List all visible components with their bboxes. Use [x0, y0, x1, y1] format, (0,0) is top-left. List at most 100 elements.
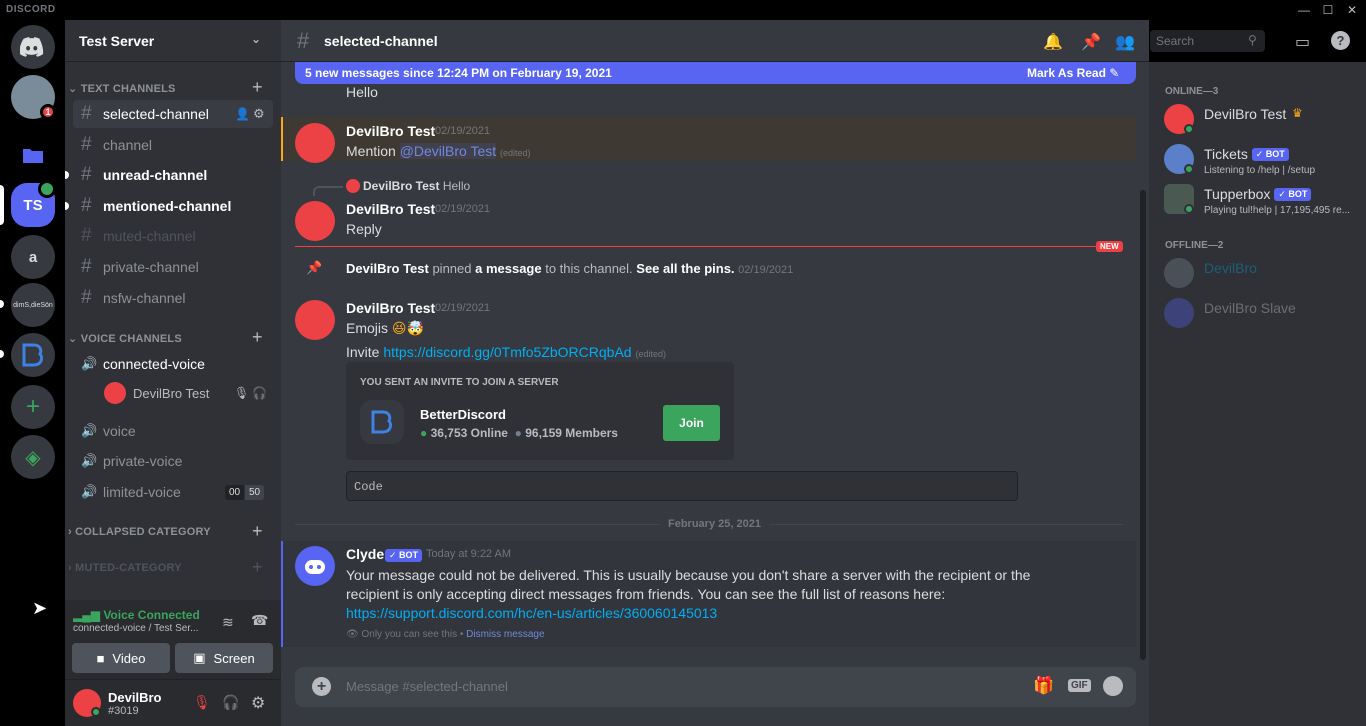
test-server-guild[interactable]: TS: [11, 180, 56, 227]
bell-icon[interactable]: 🔔: [1043, 32, 1063, 52]
add-channel-icon[interactable]: +: [252, 77, 263, 98]
deafen-icon[interactable]: 🎧: [222, 694, 239, 711]
add-server-icon[interactable]: +: [11, 385, 55, 429]
message-invite-text: Invite https://discord.gg/0Tmfo5ZbORCRqb…: [346, 344, 666, 360]
members-dot-icon: ●: [514, 426, 522, 440]
noise-suppression-icon[interactable]: ≋: [222, 614, 234, 631]
message-composer[interactable]: + Message #selected-channel 🎁 GIF: [295, 667, 1136, 707]
pin-icon: 📌: [306, 260, 323, 275]
dismiss-message-link[interactable]: Dismiss message: [466, 629, 544, 640]
folder-icon[interactable]: [11, 133, 55, 177]
channel-unread[interactable]: # unread-channel: [73, 161, 273, 189]
scrollbar[interactable]: [1140, 190, 1146, 660]
user-mention[interactable]: @DevilBro Test: [399, 143, 497, 159]
channel-private[interactable]: # private-channel: [73, 253, 273, 281]
reply-preview[interactable]: DevilBro Test Hello: [363, 179, 470, 193]
mark-as-read-button[interactable]: Mark As Read ✎: [1027, 66, 1119, 80]
channel-muted[interactable]: # muted-channel: [73, 222, 273, 250]
deafened-icon: 🎧: [252, 386, 267, 400]
betterdiscord-icon: [360, 400, 404, 444]
category-voice-channels[interactable]: ⌄ VOICE CHANNELS +: [68, 327, 263, 347]
invite-icon[interactable]: 👤: [235, 107, 250, 121]
gif-button[interactable]: GIF: [1068, 679, 1091, 692]
search-icon: ⚲: [1248, 33, 1257, 47]
user-panel: DevilBro #3019 🎙 🎧 ⚙: [65, 680, 281, 726]
mute-icon[interactable]: 🎙: [193, 694, 211, 711]
avatar[interactable]: [295, 201, 335, 241]
voice-limited[interactable]: 🔊 limited-voice 00 50: [73, 478, 273, 506]
add-channel-icon[interactable]: +: [252, 521, 263, 542]
date-divider: February 25, 2021: [660, 518, 769, 530]
guild-dims[interactable]: dimS,dieSön: [11, 283, 55, 327]
member-item[interactable]: Tickets ✓ BOT Listening to /help | /setu…: [1164, 140, 1354, 180]
member-item[interactable]: DevilBro Slave: [1164, 294, 1354, 334]
member-item[interactable]: DevilBro Test ♛: [1164, 100, 1354, 140]
see-all-pins-link[interactable]: See all the pins.: [636, 261, 734, 276]
voice-connected[interactable]: 🔊 connected-voice: [73, 350, 273, 378]
support-link[interactable]: https://support.discord.com/hc/en-us/art…: [346, 605, 717, 621]
message-author[interactable]: DevilBro Test: [346, 201, 435, 217]
new-badge: NEW: [1096, 241, 1123, 252]
gear-icon[interactable]: ⚙: [253, 106, 265, 122]
clyde-avatar[interactable]: [295, 546, 335, 586]
video-button[interactable]: ■ Video: [72, 643, 170, 673]
screen-share-icon: ▣: [193, 650, 206, 665]
server-header[interactable]: Test Server ⌄: [65, 20, 281, 62]
hash-icon: #: [81, 225, 92, 246]
voice-channel[interactable]: 🔊 voice: [73, 417, 273, 445]
invite-link[interactable]: https://discord.gg/0Tmfo5ZbORCRqbAd: [383, 344, 631, 360]
explore-icon[interactable]: ◈: [11, 435, 55, 479]
category-text-channels[interactable]: ⌄ TEXT CHANNELS +: [68, 77, 263, 97]
message-input[interactable]: Message #selected-channel: [346, 679, 508, 694]
betterdiscord-guild[interactable]: [11, 333, 55, 377]
channel-nsfw[interactable]: # nsfw-channel: [73, 284, 273, 312]
close-icon[interactable]: ✕: [1344, 2, 1360, 18]
voice-user-name[interactable]: DevilBro Test: [133, 386, 209, 401]
hash-icon: #: [81, 164, 92, 185]
crown-icon: ♛: [1292, 106, 1303, 120]
maximize-icon[interactable]: ☐: [1320, 2, 1336, 18]
nsfw-hash-icon: #: [81, 287, 92, 308]
new-messages-banner[interactable]: 5 new messages since 12:24 PM on Februar…: [295, 62, 1136, 84]
avatar[interactable]: [295, 300, 335, 340]
message-content: Reply: [346, 221, 382, 237]
minimize-icon[interactable]: —: [1296, 2, 1312, 18]
message-author[interactable]: Clyde: [346, 546, 384, 562]
disconnect-icon[interactable]: ☎: [251, 612, 268, 629]
member-item[interactable]: Tupperbox ✓ BOT Playing tul!help | 17,19…: [1164, 180, 1354, 220]
inbox-icon[interactable]: ▭: [1295, 32, 1310, 52]
channel-mentioned[interactable]: # mentioned-channel: [73, 192, 273, 220]
gift-icon[interactable]: 🎁: [1033, 676, 1054, 696]
emoji-picker-icon[interactable]: [1103, 676, 1123, 696]
avatar[interactable]: [295, 123, 335, 163]
add-channel-icon[interactable]: +: [252, 557, 263, 578]
home-button[interactable]: [11, 25, 55, 69]
message-author[interactable]: DevilBro Test: [346, 123, 435, 139]
category-collapsed[interactable]: › COLLAPSED CATEGORY +: [68, 521, 263, 541]
invite-server-name[interactable]: BetterDiscord: [420, 407, 506, 422]
app-logo: DISCORD: [6, 4, 56, 15]
join-button[interactable]: Join: [663, 405, 720, 441]
guild-a[interactable]: a: [11, 235, 55, 279]
category-muted[interactable]: › MUTED-CATEGORY +: [68, 557, 263, 577]
invite-heading: YOU SENT AN INVITE TO JOIN A SERVER: [360, 377, 559, 388]
pin-icon[interactable]: 📌: [1081, 32, 1101, 52]
offline-header: OFFLINE—2: [1165, 240, 1224, 251]
members-icon[interactable]: 👥: [1115, 32, 1135, 52]
settings-gear-icon[interactable]: ⚙: [251, 693, 265, 713]
add-channel-icon[interactable]: +: [252, 327, 263, 348]
voice-status[interactable]: ▂▄▆ Voice Connected: [73, 608, 200, 622]
screen-button[interactable]: ▣ Screen: [175, 643, 273, 673]
voice-private[interactable]: 🔊 private-voice: [73, 447, 273, 475]
help-icon[interactable]: ?: [1331, 31, 1350, 50]
message-author[interactable]: DevilBro Test: [346, 300, 435, 316]
username[interactable]: DevilBro: [108, 690, 161, 705]
channel-selected[interactable]: # selected-channel 👤 ⚙: [73, 100, 273, 128]
voice-location[interactable]: connected-voice / Test Ser...: [73, 623, 198, 634]
search-input[interactable]: Search ⚲: [1150, 30, 1265, 52]
dm-avatar[interactable]: 1: [11, 75, 56, 120]
upload-plus-icon[interactable]: +: [312, 677, 331, 696]
channel-channel[interactable]: # channel: [73, 131, 273, 159]
speaker-icon: 🔊: [81, 423, 98, 438]
member-item[interactable]: DevilBro: [1164, 254, 1354, 294]
